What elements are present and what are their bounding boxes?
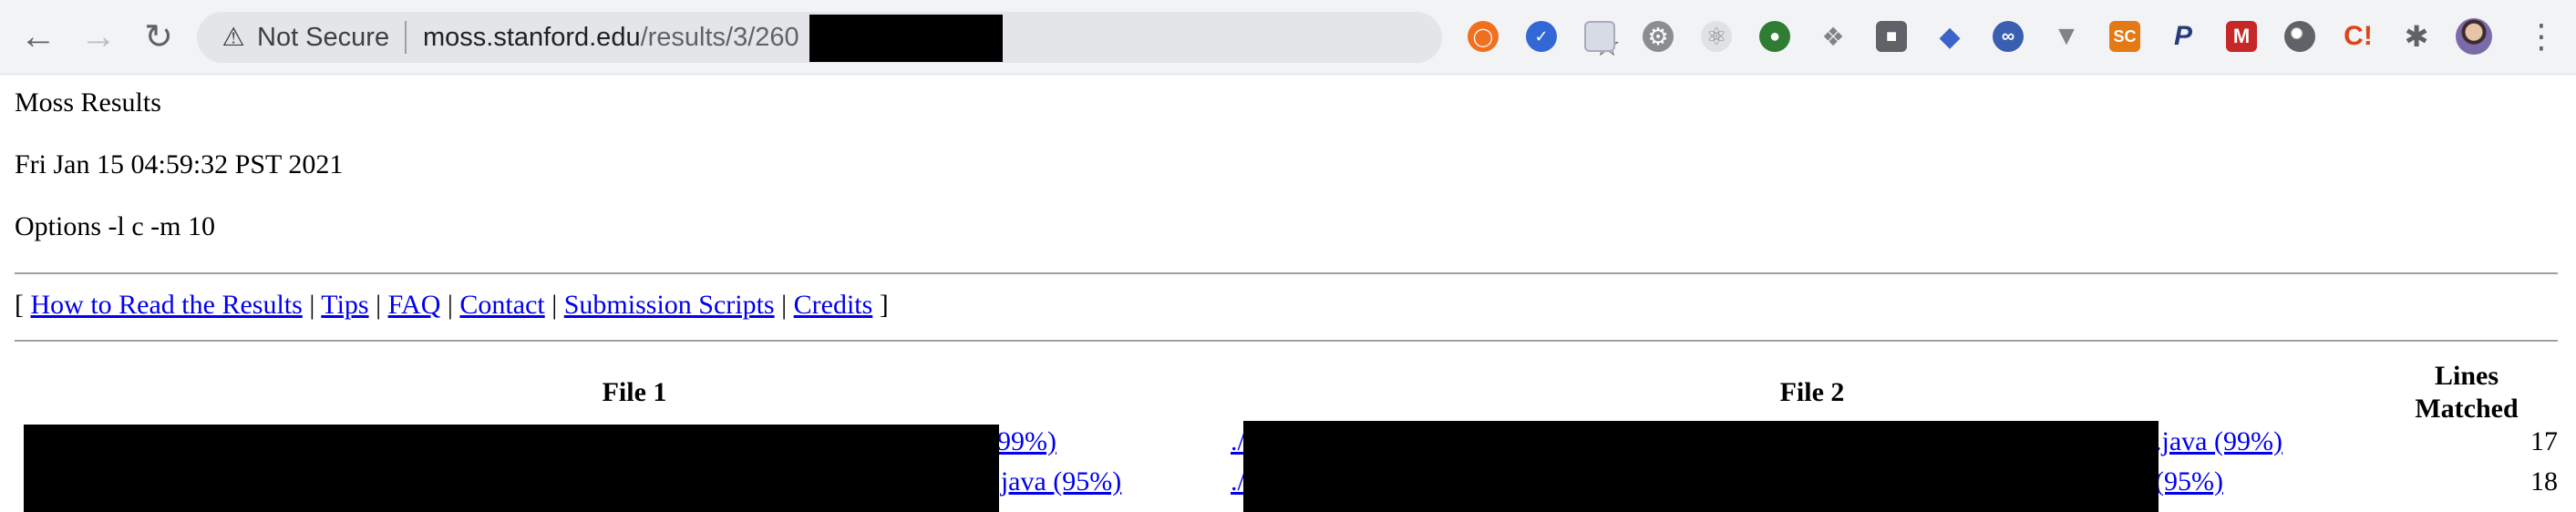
redacted-url-part <box>809 15 1003 62</box>
url-host: moss.stanford.edu <box>423 23 641 52</box>
header-file1: File 1 <box>602 377 667 407</box>
ext-red-m-icon[interactable]: M <box>2226 21 2257 52</box>
ext-blue-swirl-icon[interactable]: ∞ <box>1993 21 2024 52</box>
link-tips[interactable]: Tips <box>321 290 368 320</box>
security-label[interactable]: Not Secure <box>257 23 389 52</box>
ext-p-icon[interactable]: P <box>2168 21 2199 52</box>
nav-separator: | <box>309 290 315 320</box>
ext-sc-label: SC <box>2113 26 2137 46</box>
help-nav: [ How to Read the Results | Tips | FAQ |… <box>15 289 889 322</box>
redacted-file1-names <box>24 425 999 512</box>
link-submission-scripts[interactable]: Submission Scripts <box>564 290 775 320</box>
ext-react-atom-icon[interactable]: ⚛ <box>1701 21 1732 52</box>
header-lines: Lines <box>2434 361 2499 391</box>
header-matched: Matched <box>2415 394 2519 424</box>
redacted-file2-names <box>1243 421 2159 512</box>
ext-blue-cap-icon[interactable]: ◆ <box>1934 21 1965 52</box>
header-file2: File 2 <box>1779 377 1845 407</box>
nav-open-bracket: [ <box>15 290 24 320</box>
bottom-divider <box>15 340 2558 342</box>
ext-dropbox-icon[interactable]: ❖ <box>1818 21 1849 52</box>
row1-file2-link[interactable]: .java (99%) <box>2155 425 2282 458</box>
ext-sc-icon[interactable]: SC <box>2109 21 2140 52</box>
header-lines-matched: Lines Matched <box>2375 360 2558 425</box>
nav-separator: | <box>781 290 788 320</box>
ext-calendar-icon[interactable] <box>1584 21 1615 52</box>
puzzle-icon[interactable]: ✱ <box>2401 20 2432 53</box>
top-divider <box>15 272 2558 274</box>
ext-m-label: M <box>2232 25 2251 47</box>
forward-arrow-icon[interactable]: → <box>73 11 124 62</box>
row2-file2-link[interactable]: (95%) <box>2155 466 2223 498</box>
kebab-menu-icon[interactable]: ⋮ <box>2525 15 2558 58</box>
omnibox-separator <box>405 21 407 54</box>
ext-green-q-icon[interactable]: ● <box>1759 21 1790 52</box>
ext-c-label: C! <box>2344 21 2373 51</box>
options-text: Options -l c -m 10 <box>15 211 215 241</box>
link-contact[interactable]: Contact <box>459 290 544 320</box>
profile-avatar[interactable] <box>2456 18 2492 55</box>
ext-grey-orb-icon[interactable] <box>2284 21 2315 52</box>
link-how-to-read[interactable]: How to Read the Results <box>31 290 303 320</box>
ext-blue-check-icon[interactable]: ✓ <box>1526 21 1557 52</box>
link-faq[interactable]: FAQ <box>388 290 441 320</box>
nav-close-bracket: ] <box>879 290 889 320</box>
results-date: Fri Jan 15 04:59:32 PST 2021 <box>15 149 344 179</box>
row2-lines-matched: 18 <box>2530 466 2558 497</box>
nav-separator: | <box>447 290 453 320</box>
ext-red-c-icon[interactable]: C! <box>2343 21 2374 52</box>
browser-toolbar: ← → ↻ ⚠ Not Secure moss.stanford.edu/res… <box>0 0 2576 75</box>
ext-v-logo-icon[interactable]: ▼ <box>2051 21 2082 52</box>
back-arrow-icon[interactable]: ← <box>13 11 64 62</box>
nav-separator: | <box>376 290 382 320</box>
ext-p-label: P <box>2173 21 2192 51</box>
nav-separator: | <box>551 290 558 320</box>
link-credits[interactable]: Credits <box>794 290 873 320</box>
url-text[interactable]: moss.stanford.edu/results/3/260 <box>423 23 799 52</box>
ext-gear-icon[interactable]: ⚙ <box>1643 21 1674 52</box>
row1-lines-matched: 17 <box>2530 426 2558 456</box>
ext-dark-square-icon[interactable]: ■ <box>1876 21 1907 52</box>
warning-triangle-icon: ⚠ <box>222 23 245 51</box>
page-title: Moss Results <box>15 87 161 118</box>
url-path: /results/3/260 <box>640 23 799 52</box>
reload-icon[interactable]: ↻ <box>133 11 184 62</box>
ext-orange-circle-icon[interactable]: ◯ <box>1468 21 1499 52</box>
row2-file1-link[interactable]: r.java (95%) <box>986 466 1121 498</box>
